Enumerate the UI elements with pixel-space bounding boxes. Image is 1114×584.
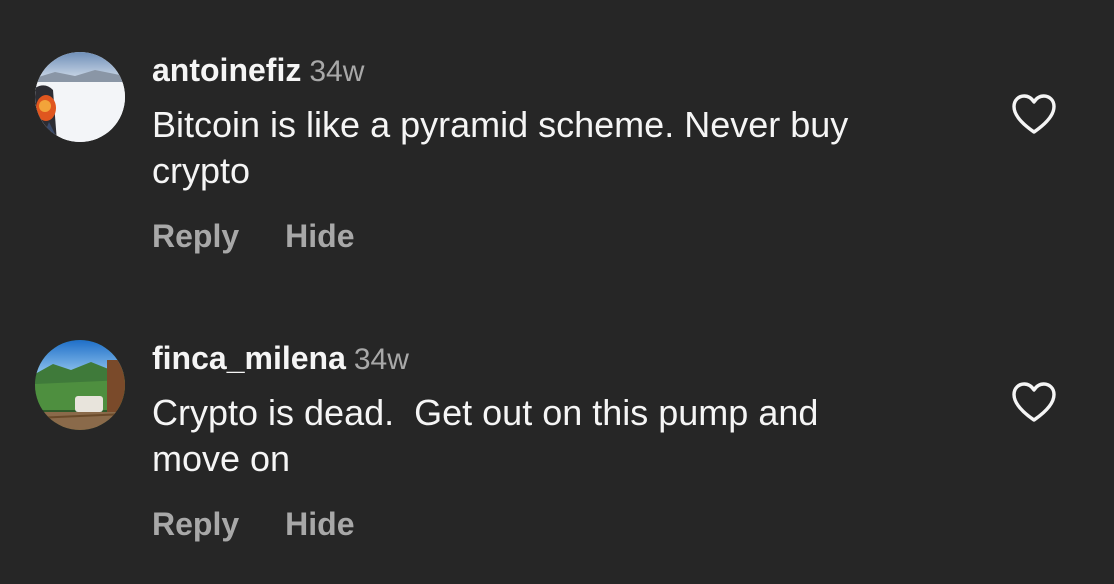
comment-header: antoinefiz 34w — [152, 48, 364, 99]
like-button[interactable] — [1010, 92, 1058, 136]
comment-actions: Reply Hide — [152, 214, 354, 265]
comment-actions: Reply Hide — [152, 502, 354, 553]
reply-button[interactable]: Reply — [152, 502, 239, 546]
reply-button[interactable]: Reply — [152, 214, 239, 258]
like-button[interactable] — [1010, 380, 1058, 424]
comment-text: Crypto is dead. Get out on this pump and… — [152, 392, 819, 479]
avatar-photo-landscape — [35, 340, 125, 430]
avatar[interactable] — [35, 340, 125, 430]
username[interactable]: antoinefiz — [152, 52, 301, 88]
username[interactable]: finca_milena — [152, 340, 346, 376]
timestamp: 34w — [309, 55, 365, 88]
timestamp: 34w — [353, 343, 409, 376]
hide-button[interactable]: Hide — [285, 502, 354, 546]
avatar-photo-snow — [35, 52, 125, 142]
heart-outline-icon — [1012, 382, 1056, 422]
comment-header: finca_milena 34w — [152, 336, 409, 387]
heart-outline-icon — [1012, 94, 1056, 134]
avatar[interactable] — [35, 52, 125, 142]
hide-button[interactable]: Hide — [285, 214, 354, 258]
comment-text: Bitcoin is like a pyramid scheme. Never … — [152, 104, 849, 191]
